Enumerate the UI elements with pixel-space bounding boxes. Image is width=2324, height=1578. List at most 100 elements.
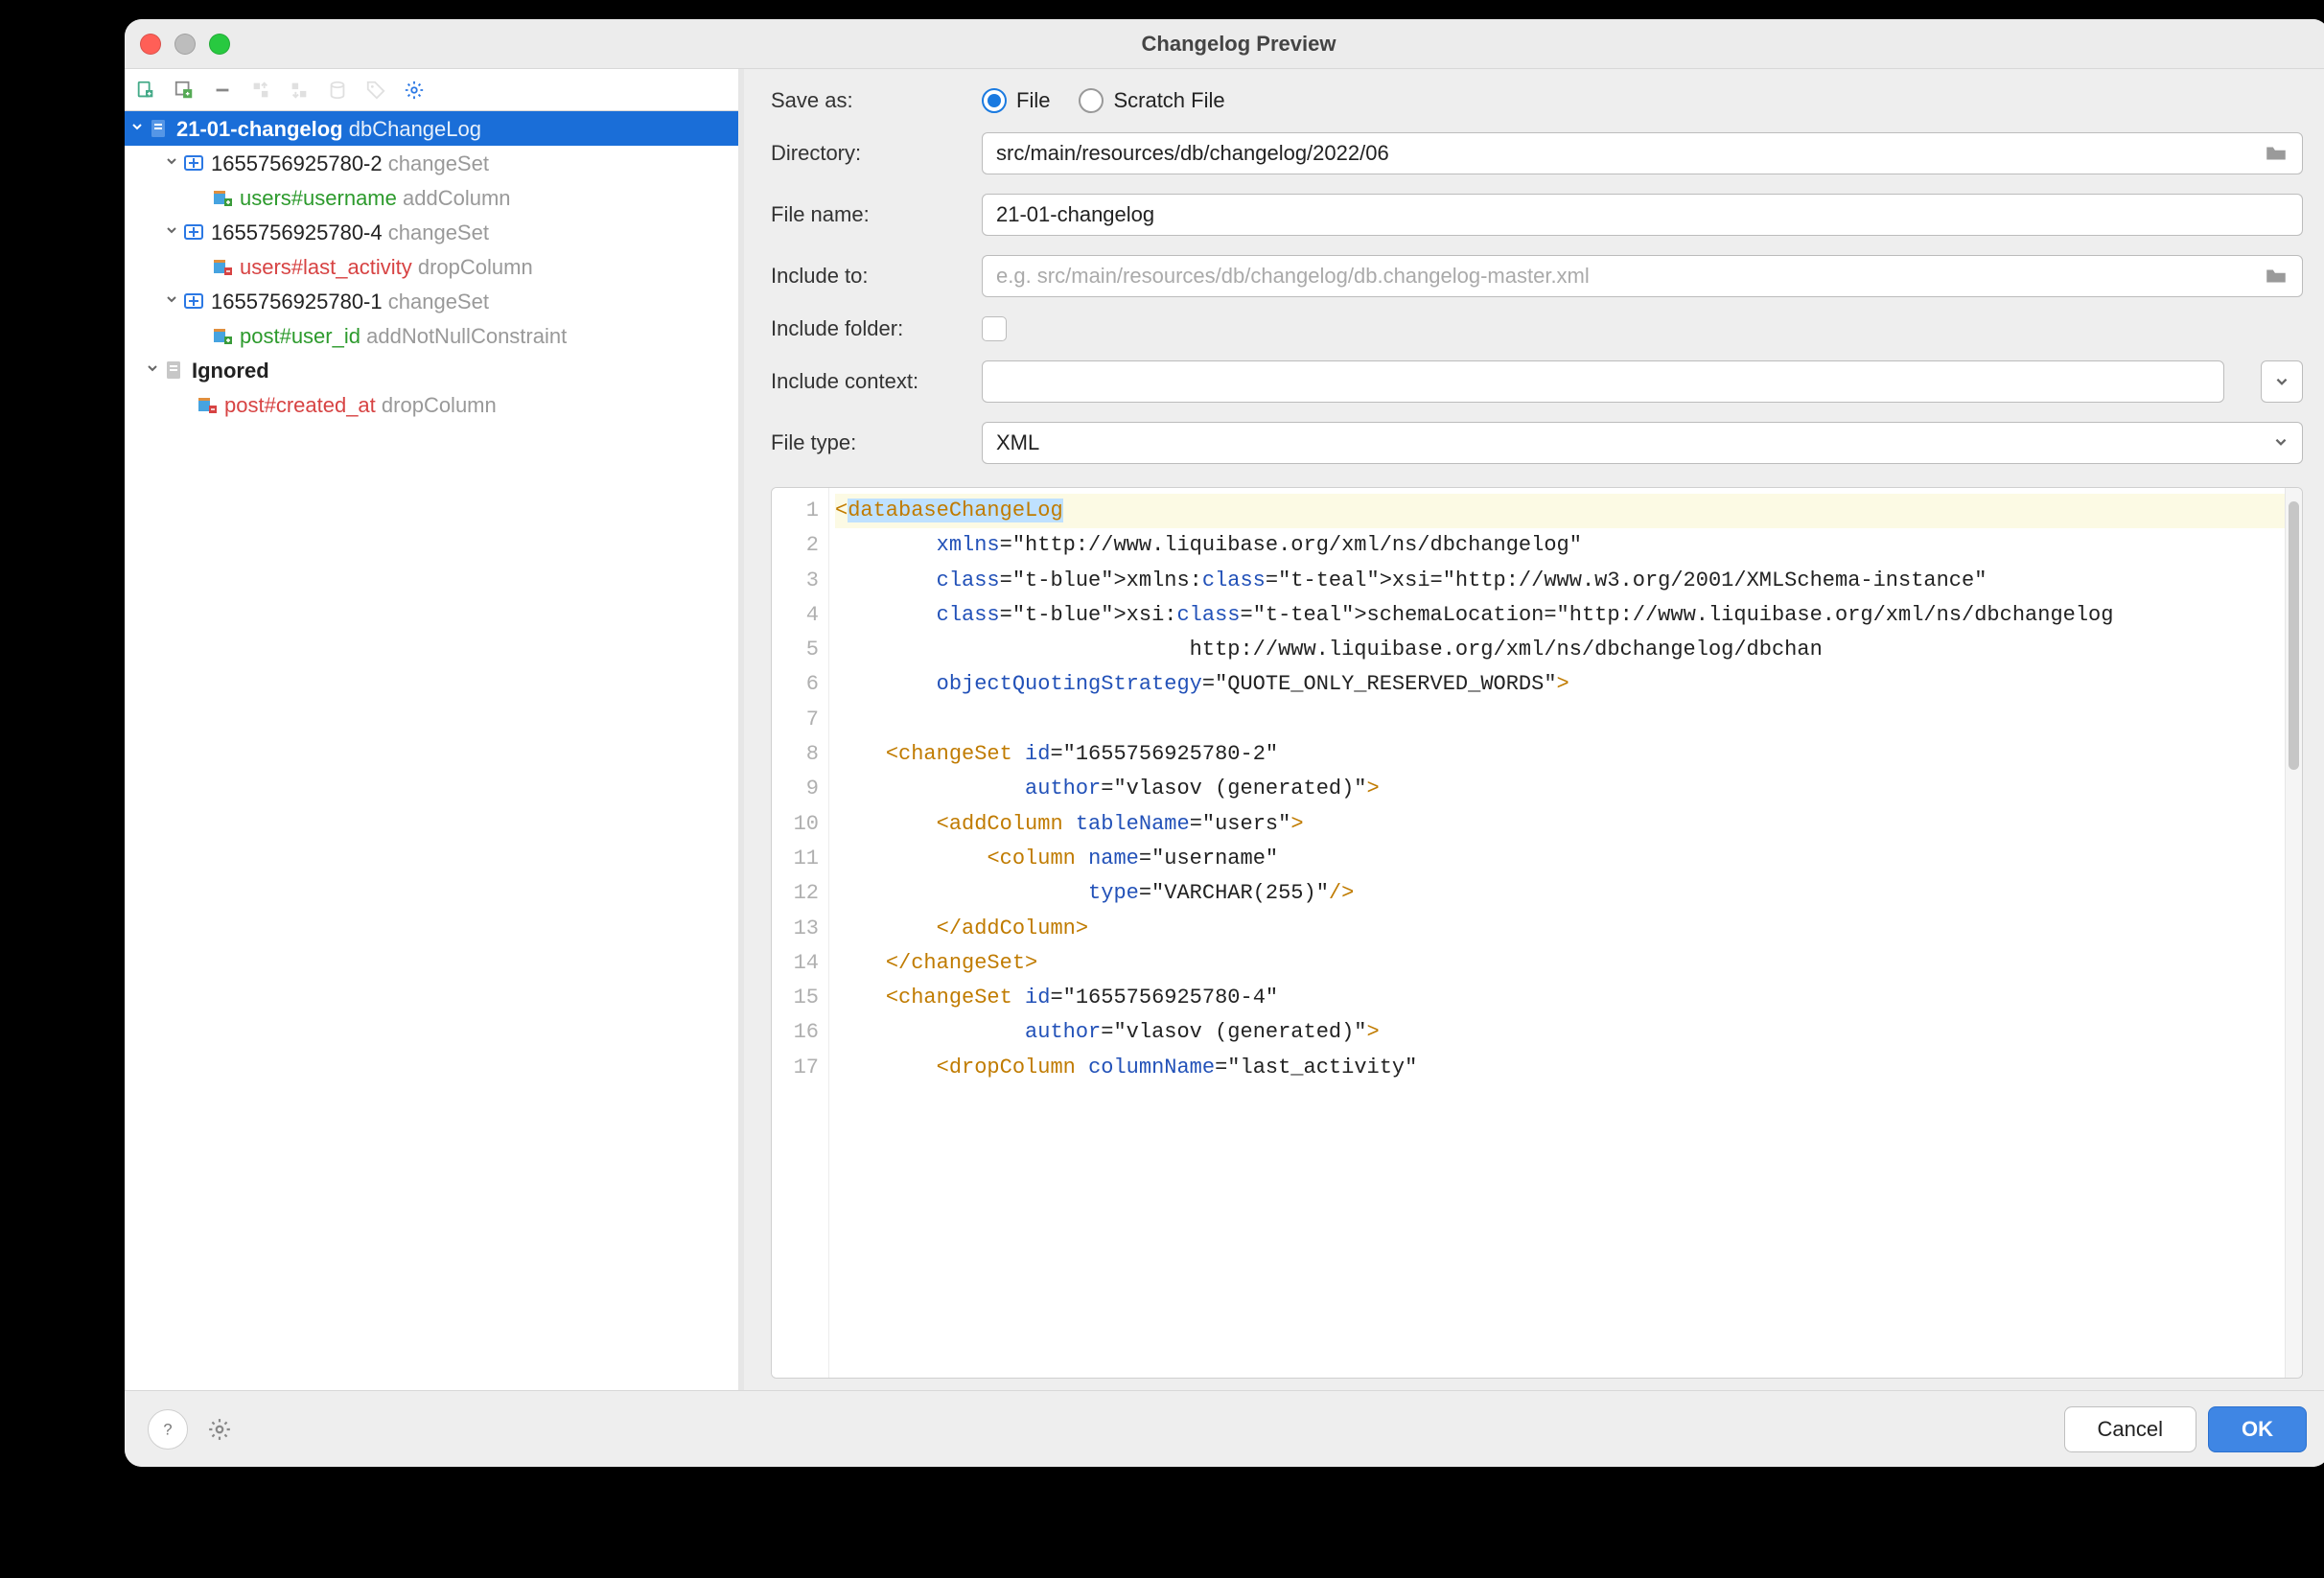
- save-as-scratch-radio[interactable]: Scratch File: [1079, 88, 1224, 113]
- tree-root-type: dbChangeLog: [349, 113, 481, 145]
- changelog-tree-panel: 21-01-changelog dbChangeLog 165575692578…: [125, 69, 738, 1390]
- include-context-dropdown[interactable]: [2261, 360, 2303, 403]
- changeset-id: 1655756925780-2: [211, 148, 383, 179]
- changeset-id: 1655756925780-1: [211, 286, 383, 317]
- tag-icon[interactable]: [362, 77, 389, 104]
- form-panel: Save as: File Scratch File: [744, 69, 2324, 1390]
- browse-folder-icon[interactable]: [2264, 264, 2289, 289]
- tree-change[interactable]: post#created_at dropColumn: [125, 387, 738, 422]
- tree-change[interactable]: users#username addColumn: [125, 180, 738, 215]
- include-folder-checkbox[interactable]: [982, 316, 1007, 341]
- change-ref: users#last_activity: [240, 251, 412, 283]
- changeset-icon: [182, 221, 205, 243]
- tree-root[interactable]: 21-01-changelog dbChangeLog: [125, 111, 738, 146]
- remove-icon[interactable]: [209, 77, 236, 104]
- change-ref: post#user_id: [240, 320, 360, 352]
- include-to-input[interactable]: e.g. src/main/resources/db/changelog/db.…: [982, 255, 2303, 297]
- tree-change[interactable]: users#last_activity dropColumn: [125, 249, 738, 284]
- radio-on-icon: [982, 88, 1007, 113]
- tree-changeset[interactable]: 1655756925780-2 changeSet: [125, 146, 738, 180]
- ignored-icon: [163, 360, 186, 381]
- radio-label: Scratch File: [1113, 88, 1224, 113]
- ok-button[interactable]: OK: [2208, 1406, 2307, 1452]
- changelog-tree[interactable]: 21-01-changelog dbChangeLog 165575692578…: [125, 111, 738, 1390]
- svg-text:?: ?: [163, 1421, 172, 1438]
- change-op: dropColumn: [382, 389, 497, 421]
- titlebar: Changelog Preview: [125, 19, 2324, 69]
- file-name-input[interactable]: 21-01-changelog: [982, 194, 2303, 236]
- change-ref: users#username: [240, 182, 397, 214]
- desktop: Changelog Preview: [0, 0, 2324, 1578]
- dialog-footer: ? Cancel OK: [125, 1390, 2324, 1467]
- changeset-icon: [182, 290, 205, 312]
- window-title: Changelog Preview: [230, 32, 2247, 57]
- help-icon[interactable]: ?: [148, 1409, 188, 1450]
- tree-change[interactable]: post#user_id addNotNullConstraint: [125, 318, 738, 353]
- cancel-button[interactable]: Cancel: [2064, 1406, 2196, 1452]
- browse-folder-icon[interactable]: [2264, 141, 2289, 166]
- chevron-down-icon: [2273, 430, 2289, 455]
- directory-value: src/main/resources/db/changelog/2022/06: [996, 141, 1389, 166]
- tree-changeset[interactable]: 1655756925780-4 changeSet: [125, 215, 738, 249]
- radio-label: File: [1016, 88, 1050, 113]
- tree-toolbar: [125, 69, 738, 111]
- include-context-label: Include context:: [771, 369, 982, 394]
- xml-preview-editor[interactable]: 1234567891011121314151617 <databaseChang…: [771, 487, 2303, 1379]
- move-up-icon[interactable]: [247, 77, 274, 104]
- save-as-file-radio[interactable]: File: [982, 88, 1050, 113]
- window-controls: [140, 34, 230, 55]
- close-window-button[interactable]: [140, 34, 161, 55]
- chevron-down-icon[interactable]: [163, 291, 180, 312]
- changeset-type: changeSet: [388, 148, 489, 179]
- minimize-window-button[interactable]: [174, 34, 196, 55]
- changelog-preview-window: Changelog Preview: [125, 19, 2324, 1467]
- settings-icon[interactable]: [401, 77, 428, 104]
- add-icon[interactable]: [171, 77, 198, 104]
- chevron-down-icon[interactable]: [163, 153, 180, 174]
- drop-column-icon: [196, 394, 219, 415]
- radio-off-icon: [1079, 88, 1104, 113]
- change-op: addNotNullConstraint: [366, 320, 567, 352]
- chevron-down-icon[interactable]: [163, 222, 180, 243]
- move-down-icon[interactable]: [286, 77, 313, 104]
- file-name-label: File name:: [771, 202, 982, 227]
- tree-ignored[interactable]: Ignored: [125, 353, 738, 387]
- include-to-placeholder: e.g. src/main/resources/db/changelog/db.…: [996, 264, 1590, 289]
- add-column-icon: [211, 187, 234, 208]
- include-context-input[interactable]: [982, 360, 2224, 403]
- directory-input[interactable]: src/main/resources/db/changelog/2022/06: [982, 132, 2303, 174]
- add-constraint-icon: [211, 325, 234, 346]
- drop-column-icon: [211, 256, 234, 277]
- editor-scrollbar[interactable]: [2285, 488, 2302, 1378]
- chevron-down-icon[interactable]: [128, 119, 146, 139]
- tree-root-name: 21-01-changelog: [176, 113, 343, 145]
- tree-changeset[interactable]: 1655756925780-1 changeSet: [125, 284, 738, 318]
- editor-gutter: 1234567891011121314151617: [772, 488, 829, 1378]
- chevron-down-icon[interactable]: [144, 360, 161, 381]
- changeset-type: changeSet: [388, 217, 489, 248]
- file-name-value: 21-01-changelog: [996, 202, 1154, 227]
- editor-code[interactable]: <databaseChangeLog xmlns="http://www.liq…: [829, 488, 2285, 1378]
- save-as-label: Save as:: [771, 88, 982, 113]
- file-type-select[interactable]: XML: [982, 422, 2303, 464]
- directory-label: Directory:: [771, 141, 982, 166]
- save-form: Save as: File Scratch File: [744, 69, 2324, 487]
- gear-icon[interactable]: [199, 1409, 240, 1450]
- include-to-label: Include to:: [771, 264, 982, 289]
- change-ref: post#created_at: [224, 389, 376, 421]
- new-changeset-icon[interactable]: [132, 77, 159, 104]
- zoom-window-button[interactable]: [209, 34, 230, 55]
- changeset-id: 1655756925780-4: [211, 217, 383, 248]
- changelog-file-icon: [148, 118, 171, 139]
- change-op: addColumn: [403, 182, 511, 214]
- file-type-label: File type:: [771, 430, 982, 455]
- ignored-label: Ignored: [192, 355, 269, 386]
- changeset-type: changeSet: [388, 286, 489, 317]
- database-icon[interactable]: [324, 77, 351, 104]
- changeset-icon: [182, 152, 205, 174]
- dialog-body: 21-01-changelog dbChangeLog 165575692578…: [125, 69, 2324, 1390]
- include-folder-label: Include folder:: [771, 316, 982, 341]
- scrollbar-thumb[interactable]: [2289, 501, 2299, 770]
- file-type-value: XML: [996, 430, 1039, 455]
- change-op: dropColumn: [418, 251, 533, 283]
